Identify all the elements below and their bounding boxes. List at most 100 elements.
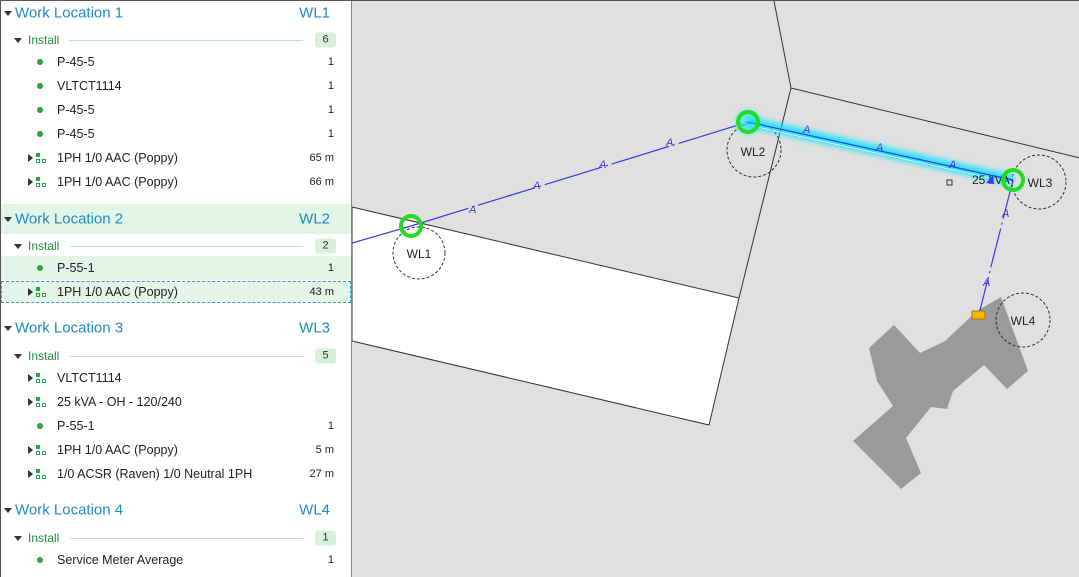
item-label: 1PH 1/0 AAC (Poppy)	[57, 151, 178, 165]
install-label: Install	[28, 33, 60, 47]
item-quantity: 27 m	[309, 468, 334, 480]
install-group-3[interactable]: Install 5	[1, 344, 351, 368]
item-quantity: 1	[327, 104, 334, 116]
item-quantity: 65 m	[309, 152, 334, 164]
list-item[interactable]: 25 kVA - OH - 120/240	[1, 390, 351, 414]
assembly-group-icon	[36, 469, 47, 479]
list-item[interactable]: P-45-5 1	[1, 50, 351, 74]
count-badge: 2	[315, 238, 336, 254]
map-label-wl4: WL4	[1011, 314, 1036, 328]
chevron-down-icon[interactable]	[14, 244, 22, 249]
item-label: 1PH 1/0 AAC (Poppy)	[57, 285, 178, 299]
chevron-down-icon[interactable]	[14, 354, 22, 359]
work-location-title: Work Location 3	[15, 319, 124, 337]
work-location-header-2[interactable]: Work Location 2 WL2	[1, 204, 351, 234]
item-label: P-45-5	[57, 55, 95, 69]
chevron-right-icon[interactable]	[28, 288, 33, 296]
item-label: Service Meter Average	[57, 553, 184, 567]
chevron-right-icon[interactable]	[28, 446, 33, 454]
item-label: 1/0 ACSR (Raven) 1/0 Neutral 1PH	[57, 467, 253, 481]
install-label: Install	[28, 349, 60, 363]
work-location-header-1[interactable]: Work Location 1 WL1	[1, 1, 351, 25]
span-marker: A	[802, 124, 810, 136]
list-item[interactable]: 1PH 1/0 AAC (Poppy) 66 m	[1, 170, 351, 194]
chevron-right-icon[interactable]	[28, 154, 33, 162]
conductor-span[interactable]	[410, 121, 749, 227]
chevron-right-icon[interactable]	[28, 178, 33, 186]
span-marker: A	[532, 180, 540, 192]
chevron-right-icon[interactable]	[28, 470, 33, 478]
list-item[interactable]: VLTCT1114	[1, 366, 351, 390]
work-location-header-4[interactable]: Work Location 4 WL4	[1, 498, 351, 522]
work-location-title: Work Location 1	[15, 4, 124, 22]
item-quantity: 1	[327, 262, 334, 274]
chevron-down-icon[interactable]	[4, 508, 12, 513]
chevron-down-icon[interactable]	[14, 536, 22, 541]
list-item[interactable]: P-45-5 1	[1, 122, 351, 146]
map-canvas[interactable]: A A A A A A A A A WL1 WL2 WL3 WL4 25 kVA	[352, 1, 1079, 577]
small-square-icon	[946, 179, 953, 186]
assembly-group-icon	[36, 177, 47, 187]
item-label: 1PH 1/0 AAC (Poppy)	[57, 175, 178, 189]
list-item[interactable]: 1PH 1/0 AAC (Poppy) 65 m	[1, 146, 351, 170]
list-item[interactable]: P-55-1 1	[1, 256, 351, 280]
work-location-header-3[interactable]: Work Location 3 WL3	[1, 316, 351, 340]
item-quantity: 43 m	[309, 286, 334, 298]
divider	[69, 40, 303, 41]
map-label-wl3: WL3	[1028, 176, 1053, 190]
assembly-group-icon	[36, 445, 47, 455]
install-label: Install	[28, 531, 60, 545]
building-footprint	[853, 297, 1028, 489]
list-item[interactable]: P-45-5 1	[1, 98, 351, 122]
install-group-4[interactable]: Install 1	[1, 526, 351, 550]
chevron-down-icon[interactable]	[4, 217, 12, 222]
list-item[interactable]: Service Meter Average 1	[1, 548, 351, 572]
item-quantity: 1	[327, 420, 334, 432]
item-quantity: 1	[327, 80, 334, 92]
item-quantity: 5 m	[315, 444, 334, 456]
work-location-tree: Work Location 1 WL1 Install 6 P-45-5 1 V…	[1, 1, 352, 577]
unit-dot-icon	[37, 557, 43, 563]
chevron-right-icon[interactable]	[28, 374, 33, 382]
list-item[interactable]: P-55-1 1	[1, 414, 351, 438]
item-label: P-45-5	[57, 127, 95, 141]
item-quantity: 1	[327, 554, 334, 566]
span-marker: A	[468, 204, 476, 216]
span-marker: A	[1001, 208, 1009, 220]
chevron-down-icon[interactable]	[14, 38, 22, 43]
list-item-selected[interactable]: 1PH 1/0 AAC (Poppy) 43 m	[1, 281, 351, 303]
work-location-title: Work Location 4	[15, 501, 124, 519]
service-meter-icon[interactable]	[971, 310, 986, 320]
install-label: Install	[28, 239, 60, 253]
install-group-1[interactable]: Install 6	[1, 28, 351, 52]
item-quantity: 66 m	[309, 176, 334, 188]
list-item[interactable]: 1/0 ACSR (Raven) 1/0 Neutral 1PH 27 m	[1, 462, 351, 486]
count-badge: 1	[315, 530, 336, 546]
conductor-span[interactable]	[978, 179, 1014, 315]
list-item[interactable]: 1PH 1/0 AAC (Poppy) 5 m	[1, 438, 351, 462]
count-badge: 6	[315, 32, 336, 48]
chevron-down-icon[interactable]	[4, 326, 12, 331]
map-label-wl2: WL2	[741, 145, 766, 159]
work-location-code: WL3	[299, 319, 330, 337]
app-window: Work Location 1 WL1 Install 6 P-45-5 1 V…	[0, 0, 1079, 577]
item-label: VLTCT1114	[57, 371, 122, 385]
span-marker: A	[665, 137, 673, 149]
unit-dot-icon	[37, 107, 43, 113]
divider	[69, 356, 303, 357]
unit-dot-icon	[37, 265, 43, 271]
span-marker: A	[982, 277, 990, 289]
chevron-down-icon[interactable]	[4, 11, 12, 16]
assembly-group-icon	[36, 153, 47, 163]
list-item[interactable]: VLTCT1114 1	[1, 74, 351, 98]
item-label: P-55-1	[57, 419, 95, 433]
unit-dot-icon	[37, 83, 43, 89]
assembly-group-icon	[36, 373, 47, 383]
map-svg[interactable]: A A A A A A A A A WL1 WL2 WL3 WL4 25 kVA	[352, 1, 1079, 577]
item-label: P-55-1	[57, 261, 95, 275]
parcel-white	[352, 206, 740, 426]
unit-dot-icon	[37, 59, 43, 65]
install-group-2[interactable]: Install 2	[1, 234, 351, 258]
assembly-group-icon	[36, 287, 47, 297]
chevron-right-icon[interactable]	[28, 398, 33, 406]
